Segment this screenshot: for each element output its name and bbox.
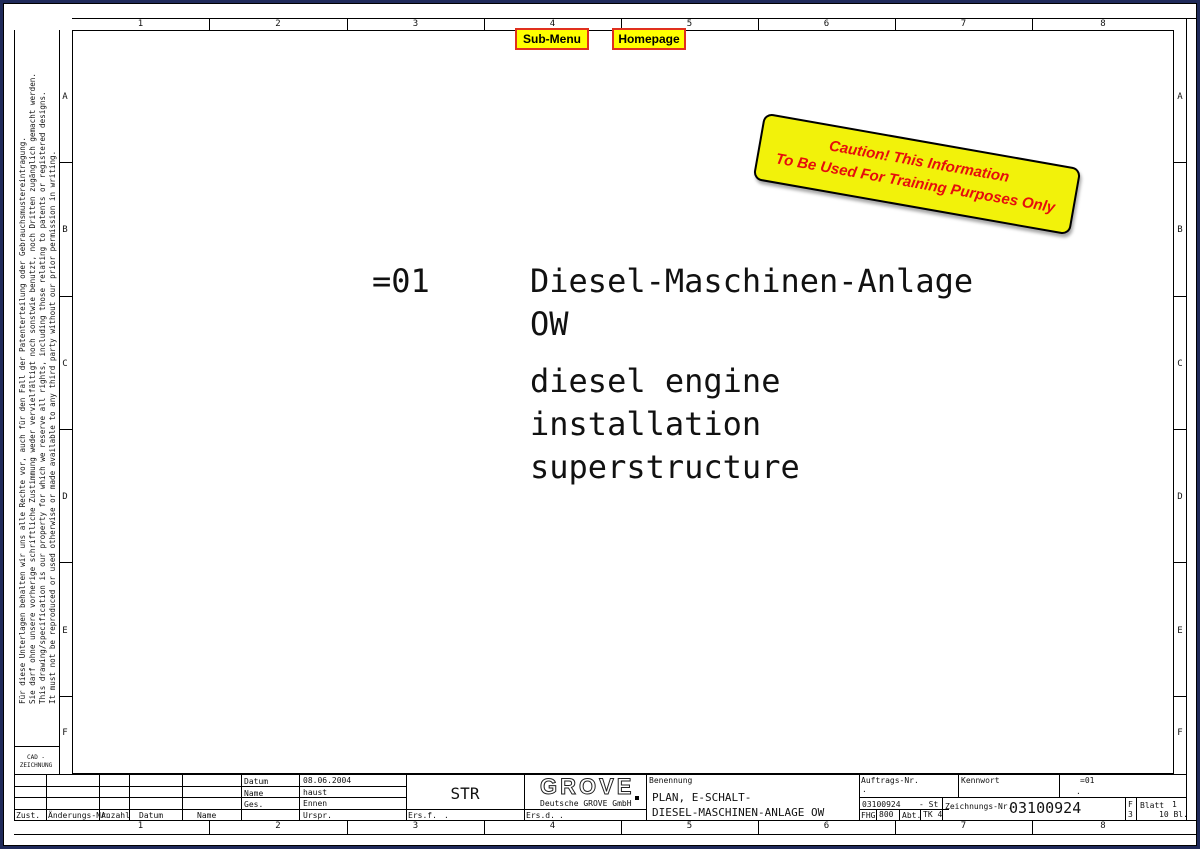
anzahl-label: Anzahl	[101, 811, 130, 820]
column-number: 2	[275, 821, 281, 831]
blatt-count: 10 Bl.	[1159, 810, 1188, 819]
st-label: - St	[919, 800, 939, 809]
row-letter: F	[62, 728, 68, 738]
row-letter: B	[62, 225, 68, 235]
row-letter: A	[62, 92, 68, 102]
benennung-label: Benennung	[649, 776, 693, 785]
company-name: Deutsche GROVE GmbH	[540, 799, 632, 808]
column-number: 3	[412, 19, 419, 29]
auftrags-value: .	[862, 785, 867, 794]
title-de-line-1: Diesel-Maschinen-Anlage	[530, 262, 974, 300]
title-de-line-2: OW	[530, 305, 569, 343]
column-number: 8	[1100, 19, 1106, 29]
title-en-line-2: installation	[530, 405, 762, 443]
kennwort-value: .	[1076, 787, 1081, 796]
legal-line-2: Sie darf ohne unsere vorherige schriftli…	[28, 73, 37, 704]
section-code: =01	[372, 262, 430, 300]
row-letter: C	[62, 359, 68, 369]
auftrags-label: Auftrags-Nr.	[861, 776, 919, 785]
ers-d-label: Ers.d.	[526, 811, 555, 820]
zeichnungs-label: Zeichnungs-Nr.	[945, 802, 1013, 811]
str-label: STR	[450, 784, 480, 803]
row-letter: A	[1177, 92, 1183, 102]
datum-col-label: Datum	[139, 811, 164, 820]
drawing-sheet: 1 2 3 4 5 6 7 8 1 2 3 4 5 6 7 8 A B C D …	[3, 3, 1197, 846]
f-value: 3	[1128, 810, 1133, 819]
title-en-line-3: superstructure	[530, 448, 800, 486]
column-number: 1	[137, 821, 144, 831]
blatt-value: 1	[1172, 800, 1177, 809]
ges-value: Ennen	[303, 799, 328, 808]
row-letter: E	[1177, 626, 1183, 636]
ges-label: Ges.	[244, 800, 264, 809]
submenu-button[interactable]: Sub-Menu	[515, 28, 589, 50]
homepage-button[interactable]: Homepage	[612, 28, 686, 50]
grove-logo: GROVE	[539, 774, 635, 800]
datum-label: Datum	[244, 777, 269, 786]
column-number: 6	[823, 19, 830, 29]
blatt-label: Blatt	[1140, 801, 1165, 810]
ers-d-value: .	[559, 811, 564, 820]
grove-logo-dot	[635, 796, 639, 800]
f-label: F	[1128, 800, 1133, 809]
row-letter: F	[1177, 728, 1183, 738]
column-number: 6	[823, 821, 830, 831]
abt-value: TK 4	[923, 810, 943, 819]
column-number: 5	[686, 821, 693, 831]
order-number: 03100924	[862, 800, 901, 809]
column-number: 8	[1100, 821, 1106, 831]
column-number: 7	[960, 19, 967, 29]
legal-line-3: This drawing/specification is our proper…	[38, 91, 47, 704]
column-number: 1	[137, 19, 144, 29]
code-value: =01	[1080, 776, 1095, 785]
title-block: Zust. Änderungs-Nr. Anzahl Datum Name Da…	[14, 774, 1188, 820]
column-number: 2	[275, 19, 281, 29]
legal-line-4: It must not be reproduced or used otherw…	[48, 150, 57, 704]
kennwort-label: Kennwort	[961, 776, 1000, 785]
ers-f-value: .	[444, 811, 449, 820]
row-letter: D	[1177, 492, 1183, 502]
column-number: 3	[412, 821, 419, 831]
column-number: 4	[549, 821, 556, 831]
legal-line-1: Für diese Unterlagen behalten wir uns al…	[18, 137, 27, 704]
name-value: haust	[303, 788, 328, 797]
fhg-label: FHG	[861, 811, 876, 820]
name-col-label: Name	[197, 811, 217, 820]
row-letter: B	[1177, 225, 1183, 235]
column-number: 7	[960, 821, 967, 831]
drawing-number: 03100924	[1009, 799, 1082, 817]
zust-label: Zust.	[16, 811, 41, 820]
row-letter: D	[62, 492, 68, 502]
row-letter: C	[1177, 359, 1183, 369]
row-letter: E	[62, 626, 68, 636]
name-label: Name	[244, 789, 264, 798]
abt-label: Abt.	[902, 811, 922, 820]
datum-value: 08.06.2004	[303, 776, 352, 785]
fhg-value: 800	[879, 810, 894, 819]
benennung-line-2: DIESEL-MASCHINEN-ANLAGE OW	[652, 806, 825, 819]
urspr-label: Urspr.	[303, 811, 332, 820]
legal-notice: Für diese Unterlagen behalten wir uns al…	[18, 73, 58, 704]
cad-label: CAD - ZEICHNUNG	[19, 754, 53, 769]
ers-f-label: Ers.f.	[408, 811, 437, 820]
benennung-line-1: PLAN, E-SCHALT-	[652, 791, 752, 804]
title-en-line-1: diesel engine	[530, 362, 781, 400]
